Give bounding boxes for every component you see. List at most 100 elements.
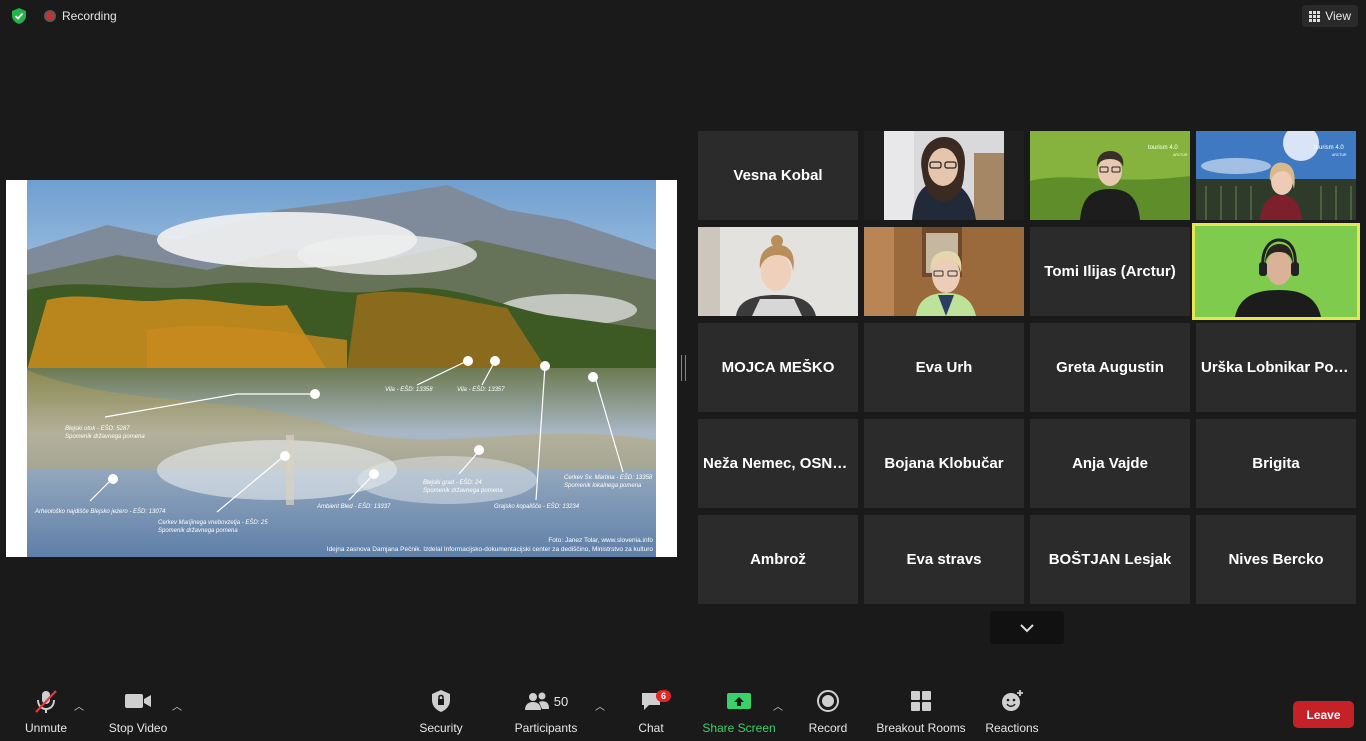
participant-tile[interactable]: Neža Nemec, OSNOVNA xyxy=(698,419,858,508)
participant-tile[interactable]: Urška Lobnikar Podbevšek xyxy=(1196,323,1356,412)
view-label: View xyxy=(1325,9,1351,23)
annotation-label: Blejski otok - EŠD: 5287 xyxy=(65,425,130,432)
participant-name: MOJCA MEŠKO xyxy=(721,359,835,376)
participant-video-tile[interactable]: tourism 4.0 ARCTUR xyxy=(1030,131,1190,220)
annotation-label: Arheološko najdišče Blejsko jezero - EŠD… xyxy=(34,508,166,515)
next-page-button[interactable] xyxy=(990,611,1064,644)
view-button[interactable]: View xyxy=(1302,5,1358,27)
split-divider-handle[interactable] xyxy=(681,355,686,381)
participant-video-tile[interactable]: tourism 4.0 ARCTUR xyxy=(1196,131,1356,220)
participant-name: Anja Vajde xyxy=(1072,455,1148,472)
participant-tile[interactable]: MOJCA MEŠKO xyxy=(698,323,858,412)
leave-label: Leave xyxy=(1306,707,1341,722)
unmute-button[interactable]: Unmute xyxy=(24,686,68,735)
security-button[interactable]: Security xyxy=(418,686,464,735)
participant-video-tile[interactable] xyxy=(698,227,858,316)
leave-button[interactable]: Leave xyxy=(1293,701,1354,728)
participant-tile[interactable]: Greta Augustin xyxy=(1030,323,1190,412)
breakout-rooms-icon xyxy=(911,691,931,711)
participant-name: Ambrož xyxy=(750,551,806,568)
participant-tile[interactable]: Eva stravs xyxy=(864,515,1024,604)
participant-tile[interactable]: Brigita xyxy=(1196,419,1356,508)
participant-name: Vesna Kobal xyxy=(733,167,823,184)
tourism-logo: tourism 4.0 xyxy=(1148,145,1178,151)
participant-name: Eva Urh xyxy=(915,359,973,376)
annotation-label: Ambient Bled - EŠD: 13337 xyxy=(316,503,391,510)
annotation-label: Spomenik lokalnega pomena xyxy=(564,483,642,489)
participants-options-caret-icon[interactable]: ︿ xyxy=(595,698,605,713)
share-options-caret-icon[interactable]: ︿ xyxy=(773,698,783,713)
smiley-add-icon xyxy=(1002,690,1023,711)
chat-button[interactable]: 6 Chat xyxy=(637,686,672,735)
recording-indicator[interactable]: Recording xyxy=(44,9,117,23)
annotation-label: Cerkev Marijinega vnebovzetja - EŠD: 25 xyxy=(158,519,268,526)
stop-video-label: Stop Video xyxy=(108,721,168,735)
participant-video: tourism 4.0 ARCTUR xyxy=(1196,131,1356,220)
participant-name: Neža Nemec, OSNOVNA xyxy=(703,455,853,472)
participant-name: BOŠTJAN Lesjak xyxy=(1048,551,1172,568)
stop-video-button[interactable]: Stop Video xyxy=(108,686,168,735)
participant-video xyxy=(698,227,858,316)
participant-video: tourism 4.0 ARCTUR xyxy=(1030,131,1190,220)
shield-icon xyxy=(432,690,450,712)
reactions-button[interactable]: Reactions xyxy=(985,686,1039,735)
participant-video xyxy=(864,227,1024,316)
arctur-logo: ARCTUR xyxy=(1332,153,1347,157)
meeting-toolbar: Unmute ︿ Stop Video ︿ Security 50 Partic… xyxy=(0,686,1366,741)
participants-count: 50 xyxy=(553,693,569,709)
shield-check-icon[interactable] xyxy=(10,7,28,25)
annotation-label: Spomenik državnega pomena xyxy=(65,434,145,440)
participants-label: Participants xyxy=(514,721,578,735)
arctur-logo: ARCTUR xyxy=(1173,153,1188,157)
video-options-caret-icon[interactable]: ︿ xyxy=(172,698,182,713)
participant-tile[interactable]: Tomi Ilijas (Arctur) xyxy=(1030,227,1190,316)
chevron-down-icon xyxy=(1020,623,1034,632)
record-dot-icon xyxy=(44,10,56,22)
photo-credit: Foto: Janez Tolar, www.slovenia.info xyxy=(548,537,653,544)
share-screen-button[interactable]: Share Screen xyxy=(702,686,776,735)
recording-label: Recording xyxy=(62,9,117,23)
share-screen-label: Share Screen xyxy=(702,721,776,735)
participant-name: Urška Lobnikar Podbevšek xyxy=(1201,359,1351,376)
annotation-label: Spomenik državnega pomena xyxy=(423,488,503,494)
participant-tile[interactable]: Eva Urh xyxy=(864,323,1024,412)
participant-video xyxy=(884,131,1004,220)
breakout-rooms-button[interactable]: Breakout Rooms xyxy=(876,686,966,735)
record-button[interactable]: Record xyxy=(808,686,848,735)
lake-bled-photo: Blejski otok - EŠD: 5287 Spomenik državn… xyxy=(27,180,656,557)
shared-screen[interactable]: Blejski otok - EŠD: 5287 Spomenik državn… xyxy=(6,180,677,557)
participant-tile[interactable]: BOŠTJAN Lesjak xyxy=(1030,515,1190,604)
active-speaker-tile[interactable] xyxy=(1192,223,1360,320)
participant-video-tile[interactable] xyxy=(864,131,1024,220)
participant-tile[interactable]: Bojana Klobučar xyxy=(864,419,1024,508)
participant-tile[interactable]: Ambrož xyxy=(698,515,858,604)
participant-name: Eva stravs xyxy=(906,551,982,568)
video-camera-icon xyxy=(125,694,151,708)
record-icon xyxy=(817,690,839,712)
share-screen-icon xyxy=(727,693,751,709)
participant-tile[interactable]: Nives Bercko xyxy=(1196,515,1356,604)
participant-tile[interactable]: Vesna Kobal xyxy=(698,131,858,220)
participant-name: Greta Augustin xyxy=(1056,359,1164,376)
participant-name: Bojana Klobučar xyxy=(884,455,1004,472)
annotation-label: Grajsko kopališče - EŠD: 13234 xyxy=(494,503,580,510)
unmute-label: Unmute xyxy=(24,721,68,735)
participant-name: Tomi Ilijas (Arctur) xyxy=(1044,263,1176,280)
muted-microphone-icon xyxy=(35,690,57,713)
annotation-label: Vila - EŠD: 13357 xyxy=(457,386,505,393)
participant-video xyxy=(1195,226,1357,317)
tourism-logo: tourism 4.0 xyxy=(1314,145,1344,151)
participant-tile[interactable]: Anja Vajde xyxy=(1030,419,1190,508)
participant-video-tile[interactable] xyxy=(864,227,1024,316)
participants-icon xyxy=(524,692,549,710)
annotation-label: Vila - EŠD: 13358 xyxy=(385,386,433,393)
audio-options-caret-icon[interactable]: ︿ xyxy=(74,698,84,713)
top-bar: Recording View xyxy=(0,0,1366,32)
chat-label: Chat xyxy=(638,721,664,735)
participants-button[interactable]: 50 Participants xyxy=(514,686,578,735)
design-credit: Idejna zasnova Damjana Pečnik. Izdelal I… xyxy=(327,546,654,553)
grid-icon xyxy=(1309,10,1321,22)
security-label: Security xyxy=(419,721,463,735)
breakout-rooms-label: Breakout Rooms xyxy=(876,721,966,735)
annotation-label: Spomenik državnega pomena xyxy=(158,528,238,534)
